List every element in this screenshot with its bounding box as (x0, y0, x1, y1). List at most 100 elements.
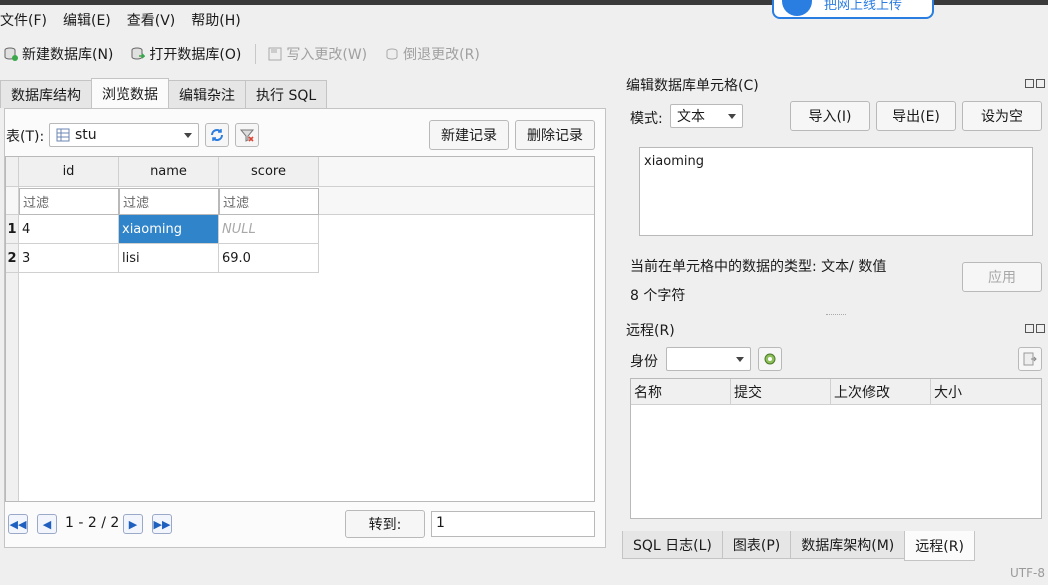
filter-input-name[interactable]: 过滤 (119, 188, 219, 215)
prev-page-button[interactable]: ◀ (37, 514, 57, 534)
write-changes-button[interactable]: 写入更改(W) (268, 44, 367, 64)
revert-changes-label: 倒退更改(R) (403, 47, 480, 63)
mode-label: 模式: (630, 111, 663, 127)
toolbar-separator (255, 44, 257, 64)
mode-select-value: 文本 (677, 109, 705, 125)
prev-page-icon: ◀ (42, 517, 52, 531)
next-page-button[interactable]: ▶ (123, 514, 143, 534)
filter-filler (319, 187, 594, 215)
close-icon[interactable] (1036, 324, 1045, 333)
close-icon[interactable] (1036, 79, 1045, 88)
remote-col-size[interactable]: 大小 (931, 379, 1041, 405)
tab-database-structure[interactable]: 数据库结构 (0, 80, 92, 108)
identity-settings-button[interactable] (758, 347, 782, 371)
mode-select[interactable]: 文本 (670, 104, 743, 128)
table-icon (56, 128, 70, 142)
tab-plot[interactable]: 图表(P) (721, 531, 792, 559)
menu-view[interactable]: 查看(V) (127, 10, 184, 30)
gear-icon (764, 353, 776, 365)
goto-button[interactable]: 转到: (345, 510, 425, 538)
row-header-gutter (6, 273, 19, 501)
table-cell[interactable]: 4 (19, 215, 119, 244)
tab-browse-data[interactable]: 浏览数据 (91, 78, 169, 108)
identity-label: 身份 (630, 354, 658, 370)
encoding-status: UTF-8 (1010, 566, 1045, 580)
edit-cell-title: 编辑数据库单元格(C) (626, 78, 759, 94)
next-page-icon: ▶ (128, 517, 138, 531)
open-database-icon (131, 47, 146, 60)
left-tab-bar: 数据库结构 浏览数据 编辑杂注 执行 SQL (0, 78, 328, 108)
clear-filter-icon (239, 129, 255, 142)
new-database-label: 新建数据库(N) (22, 47, 114, 63)
row-number[interactable]: 2 (6, 244, 19, 273)
revert-changes-icon (386, 48, 398, 60)
table-select-value: stu (75, 127, 97, 143)
open-database-label: 打开数据库(O) (149, 47, 242, 63)
toolbar: 新建数据库(N) 打开数据库(O) 写入更改(W) 倒退更改(R) (0, 38, 1048, 70)
last-page-button[interactable]: ▶▶ (152, 514, 172, 534)
table-cell-selected[interactable]: xiaoming (119, 215, 219, 244)
filter-input-score[interactable]: 过滤 (219, 188, 319, 215)
cell-editor[interactable]: xiaoming (639, 147, 1033, 236)
filter-input-id[interactable]: 过滤 (19, 188, 119, 215)
float-icon[interactable] (1025, 79, 1034, 88)
new-database-icon (4, 47, 18, 61)
table-cell[interactable]: lisi (119, 244, 219, 273)
tab-remote[interactable]: 远程(R) (904, 531, 975, 561)
chevron-down-icon (736, 356, 744, 362)
menu-help[interactable]: 帮助(H) (191, 10, 248, 30)
apply-button[interactable]: 应用 (962, 262, 1042, 292)
remote-push-button[interactable] (1018, 347, 1042, 371)
table-cell[interactable]: 3 (19, 244, 119, 273)
tab-execute-sql[interactable]: 执行 SQL (245, 80, 328, 108)
edit-cell-dock-controls (1023, 76, 1045, 92)
clear-filters-button[interactable] (235, 123, 259, 147)
new-record-button[interactable]: 新建记录 (429, 120, 509, 150)
refresh-button[interactable] (205, 123, 229, 147)
column-header-id[interactable]: id (19, 157, 119, 187)
tab-edit-pragmas[interactable]: 编辑杂注 (168, 80, 246, 108)
remote-title: 远程(R) (626, 323, 675, 339)
goto-input[interactable]: 1 (431, 511, 595, 537)
page-info: 1 - 2 / 2 (65, 515, 120, 531)
delete-record-button[interactable]: 删除记录 (515, 120, 595, 150)
menu-bar: 文件(F) 编辑(E) 查看(V) 帮助(H) (0, 6, 1048, 34)
tab-sql-log[interactable]: SQL 日志(L) (622, 531, 723, 559)
new-database-button[interactable]: 新建数据库(N) (4, 44, 113, 64)
revert-changes-button[interactable]: 倒退更改(R) (385, 44, 480, 64)
open-database-button[interactable]: 打开数据库(O) (131, 44, 241, 64)
first-page-icon: ◀◀ (9, 517, 27, 531)
filter-row-gutter (6, 187, 19, 215)
remote-col-last-modified[interactable]: 上次修改 (831, 379, 931, 405)
set-null-button[interactable]: 设为空 (962, 101, 1042, 131)
float-icon[interactable] (1025, 324, 1034, 333)
remote-col-commit[interactable]: 提交 (731, 379, 831, 405)
table-select[interactable]: stu (49, 123, 199, 147)
push-icon (1023, 352, 1037, 366)
write-changes-icon (268, 47, 282, 61)
cell-type-info: 当前在单元格中的数据的类型: 文本/ 数值 (630, 259, 887, 275)
remote-dock-controls (1023, 321, 1045, 337)
table-cell[interactable]: 69.0 (219, 244, 319, 273)
bottom-tab-bar: SQL 日志(L) 图表(P) 数据库架构(M) 远程(R) (622, 531, 975, 561)
splitter-handle[interactable] (826, 314, 846, 315)
identity-select[interactable] (666, 347, 751, 371)
last-page-icon: ▶▶ (153, 517, 171, 531)
tab-db-schema[interactable]: 数据库架构(M) (790, 531, 906, 559)
row-number[interactable]: 1 (6, 215, 19, 244)
refresh-icon (211, 129, 223, 141)
chevron-down-icon (728, 113, 736, 119)
write-changes-label: 写入更改(W) (286, 47, 368, 63)
table-label: 表(T): (6, 129, 45, 145)
import-button[interactable]: 导入(I) (790, 101, 870, 131)
export-button[interactable]: 导出(E) (876, 101, 956, 131)
column-header-score[interactable]: score (219, 157, 319, 187)
grid-corner (6, 157, 19, 187)
data-grid: id name score 过滤 过滤 过滤 1 4 xiaoming NULL… (5, 156, 595, 502)
menu-file[interactable]: 文件(F) (0, 10, 55, 30)
remote-col-name[interactable]: 名称 (631, 379, 731, 405)
first-page-button[interactable]: ◀◀ (8, 514, 28, 534)
column-header-name[interactable]: name (119, 157, 219, 187)
menu-edit[interactable]: 编辑(E) (63, 10, 119, 30)
table-cell-null[interactable]: NULL (219, 215, 319, 244)
